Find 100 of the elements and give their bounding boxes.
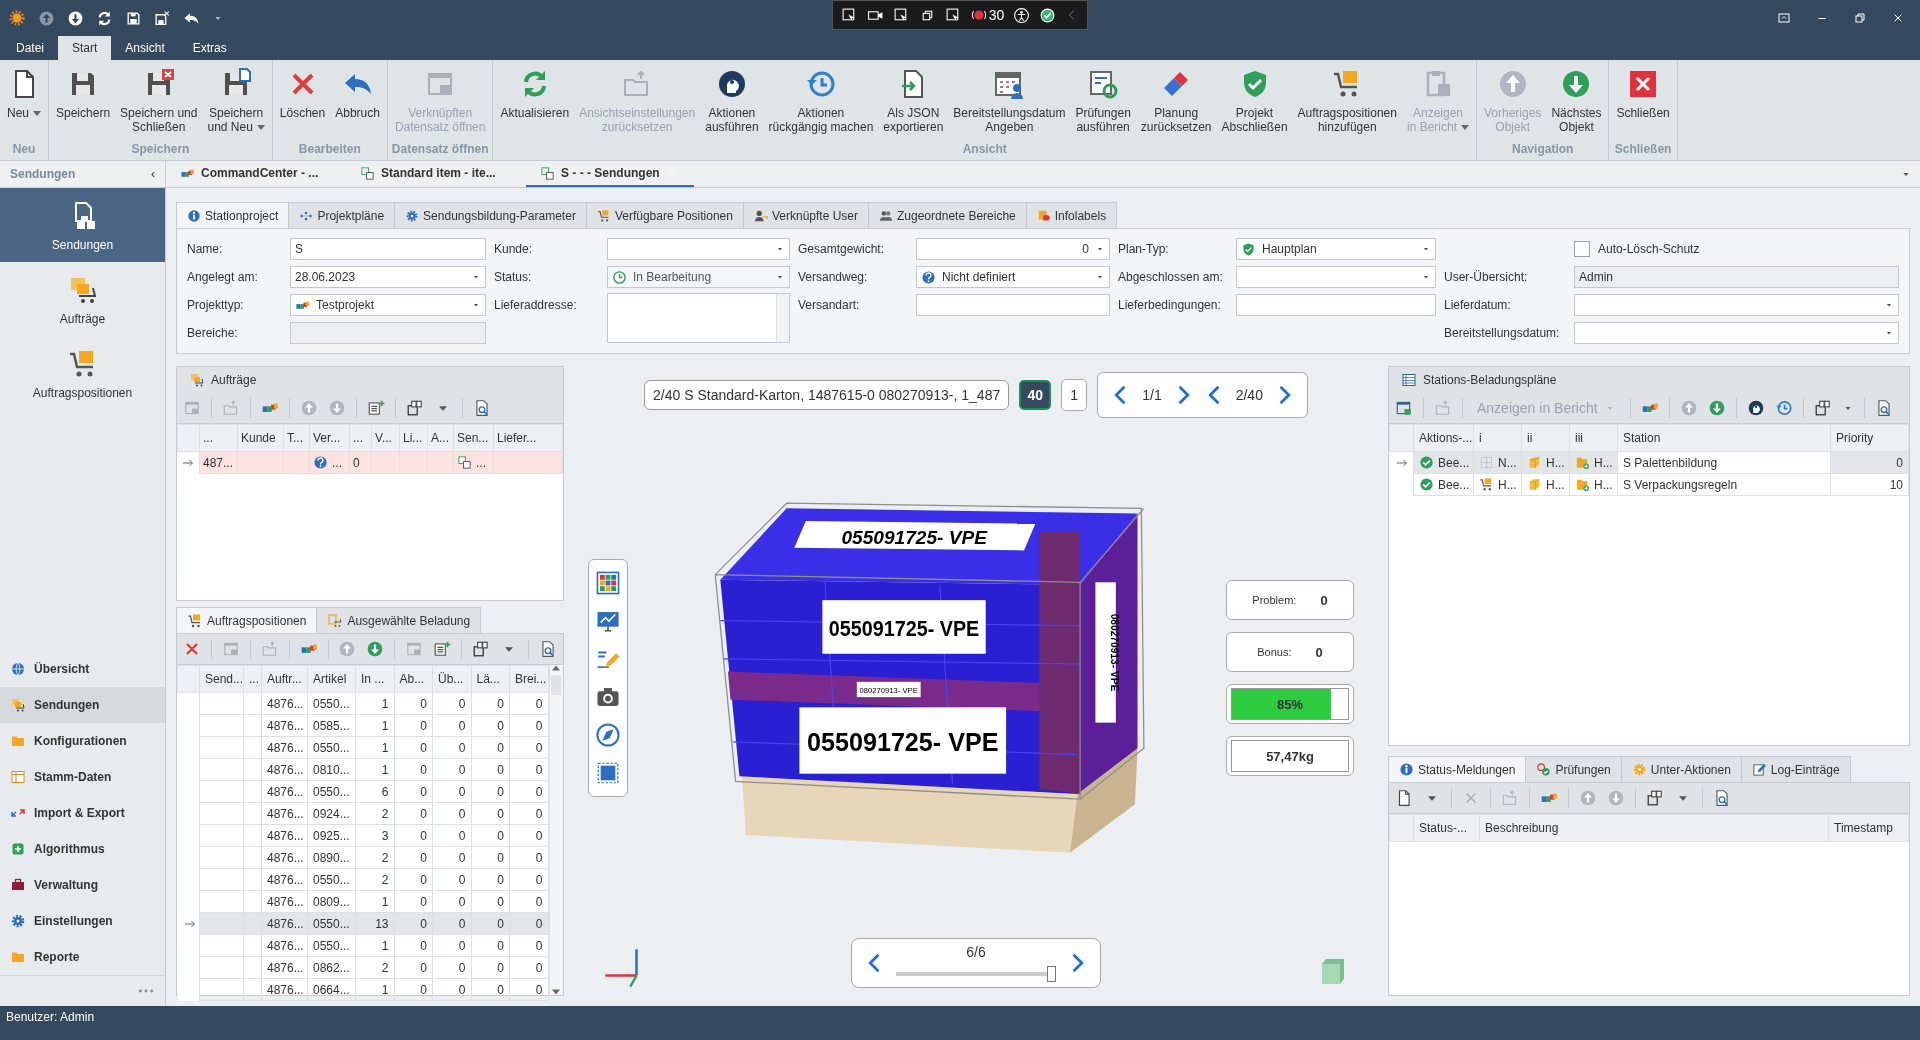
ribbon-button[interactable]: Abbruch <box>330 60 385 142</box>
column-header[interactable]: Üb... <box>432 665 471 693</box>
ribbon-button[interactable]: Aktionen rückgängig machen <box>763 60 879 142</box>
column-header[interactable]: A... <box>427 424 454 452</box>
list-add-icon[interactable] <box>367 399 385 417</box>
collapse-button[interactable]: ‹ <box>151 167 155 181</box>
cursor-frame-icon[interactable] <box>840 6 858 24</box>
form-tab[interactable]: Stationproject <box>176 202 290 228</box>
column-header[interactable]: ... <box>199 424 238 452</box>
column-header[interactable]: T... <box>283 424 310 452</box>
ribbon-button[interactable]: Speichern und Neu <box>202 60 270 142</box>
column-header[interactable]: ... <box>349 424 372 452</box>
document-tab[interactable]: Standard item - ite... <box>346 161 526 187</box>
form-tab[interactable]: Verfügbare Positionen <box>585 202 744 228</box>
column-header[interactable]: V... <box>371 424 400 452</box>
ribbon-button[interactable]: Speichern und Schließen <box>115 60 203 142</box>
column-header[interactable]: Send... <box>199 665 244 693</box>
ribbon-button[interactable]: Nächstes Objekt <box>1546 60 1607 142</box>
compass-icon[interactable] <box>595 722 621 748</box>
arrow-up-icon[interactable] <box>38 9 55 27</box>
text-field[interactable] <box>290 322 486 344</box>
arrow-down-icon[interactable] <box>67 9 84 27</box>
document-tab[interactable]: S - - - Sendungen <box>526 161 694 187</box>
nav-item[interactable]: Verwaltung <box>0 867 165 903</box>
ribbon-button[interactable]: Aktionen ausführen <box>700 60 764 142</box>
column-header[interactable]: Ab... <box>394 665 433 693</box>
restore-icon[interactable] <box>1852 10 1868 26</box>
column-header[interactable]: ii <box>1521 424 1570 452</box>
nav-item[interactable]: Reporte <box>0 939 165 975</box>
column-header[interactable]: Beschreibung <box>1479 814 1829 842</box>
sun-icon[interactable] <box>8 9 26 27</box>
slider-thumb[interactable] <box>1047 966 1056 982</box>
square-icon[interactable] <box>595 760 621 786</box>
ribbon-tab[interactable]: Start <box>58 36 112 60</box>
ribbon-button[interactable]: Auftragspositionen hinzufügen <box>1292 60 1402 142</box>
window-icon[interactable] <box>1395 399 1413 417</box>
dropdown-field[interactable] <box>1236 266 1436 288</box>
module-button[interactable]: Aufträge <box>0 262 165 336</box>
ribbon-button[interactable]: Als JSON exportieren <box>878 60 949 142</box>
dropdown-field[interactable]: Hauptplan <box>1236 238 1436 260</box>
memo-field[interactable] <box>607 293 790 343</box>
cursor-frame-icon[interactable] <box>944 6 962 24</box>
form-tab[interactable]: Verknüpfte User <box>742 202 869 228</box>
column-header[interactable]: Lä... <box>471 665 510 693</box>
column-header[interactable]: Li... <box>399 424 428 452</box>
column-header[interactable]: iii <box>1569 424 1618 452</box>
column-header[interactable]: Station <box>1617 424 1831 452</box>
list-add-icon[interactable] <box>433 640 452 658</box>
dropdown-field[interactable] <box>607 238 790 260</box>
ribbon-button[interactable]: Schließen <box>1611 60 1675 142</box>
dropdown-field[interactable]: Nicht definiert <box>916 266 1110 288</box>
history-icon[interactable] <box>1774 399 1793 417</box>
column-header[interactable]: In ... <box>355 665 394 693</box>
search-field[interactable]: 2/40 S Standard-Karton, 1487615-0 080270913-, 1_487 <box>644 380 1010 410</box>
nav-item[interactable]: Sendungen <box>0 687 165 723</box>
text-field[interactable]: Admin <box>1574 266 1899 288</box>
column-header[interactable]: Timestamp <box>1828 814 1909 842</box>
search-icon[interactable] <box>539 640 557 658</box>
panel-tab[interactable]: Prüfungen <box>1525 756 1622 782</box>
ribbon-tab[interactable]: Datei <box>2 36 58 60</box>
form-tab[interactable]: Sendungsbildung-Parameter <box>394 202 587 228</box>
dropdown-field[interactable]: Testprojekt <box>290 294 486 316</box>
column-header[interactable]: Priority <box>1830 424 1909 452</box>
form-tab[interactable]: Zugeordnete Bereiche <box>868 202 1027 228</box>
ribbon-button[interactable]: Prüfungen ausführen <box>1070 60 1136 142</box>
nav-item[interactable]: Stamm-Daten <box>0 759 165 795</box>
nav-item[interactable]: Import & Export <box>0 795 165 831</box>
refresh-icon[interactable] <box>96 9 113 27</box>
dropdown-field[interactable]: 28.06.2023 <box>290 266 486 288</box>
dropdown-field[interactable] <box>1574 294 1899 316</box>
module-button[interactable]: Sendungen <box>0 188 165 262</box>
text-field[interactable]: S <box>290 238 486 260</box>
color-grid-icon[interactable] <box>595 570 621 596</box>
ribbon-button[interactable]: Bereitstellungsdatum Angeben <box>948 60 1071 142</box>
column-header[interactable]: Artikel <box>307 665 356 693</box>
search-icon[interactable] <box>473 399 491 417</box>
ribbon-button[interactable]: Neu <box>2 60 46 142</box>
column-header[interactable]: Status-... <box>1413 814 1480 842</box>
number-field[interactable]: 0 <box>916 238 1110 260</box>
ribbon-button[interactable]: Speichern <box>51 60 116 142</box>
checkbox[interactable] <box>1574 241 1590 257</box>
text-field[interactable] <box>916 294 1110 316</box>
columns-icon[interactable] <box>1813 399 1832 417</box>
text-field[interactable] <box>1236 294 1436 316</box>
column-header[interactable]: i <box>1473 424 1522 452</box>
ribbon-button[interactable]: Planung zurücksetzen <box>1135 60 1217 142</box>
dropdown-field[interactable] <box>1574 322 1899 344</box>
column-header[interactable]: Liefer... <box>493 424 563 452</box>
check-icon[interactable] <box>1039 6 1057 24</box>
panel-tab[interactable]: Status-Meldungen <box>1388 756 1527 782</box>
ribbon-display-icon[interactable] <box>1776 10 1792 26</box>
panel-tab[interactable]: Log-Einträge <box>1740 756 1851 782</box>
ribbon-tab[interactable]: Ansicht <box>111 36 179 60</box>
column-header[interactable]: Auftr... <box>261 665 308 693</box>
scrollbar-thumb[interactable] <box>551 675 562 695</box>
nav-item[interactable]: Einstellungen <box>0 903 165 939</box>
floppy-disk-x-icon[interactable] <box>154 9 171 27</box>
search-icon[interactable] <box>1713 789 1731 807</box>
column-header[interactable]: Brei... <box>509 665 549 693</box>
panel-tab[interactable]: Ausgewählte Beladung <box>316 607 482 633</box>
